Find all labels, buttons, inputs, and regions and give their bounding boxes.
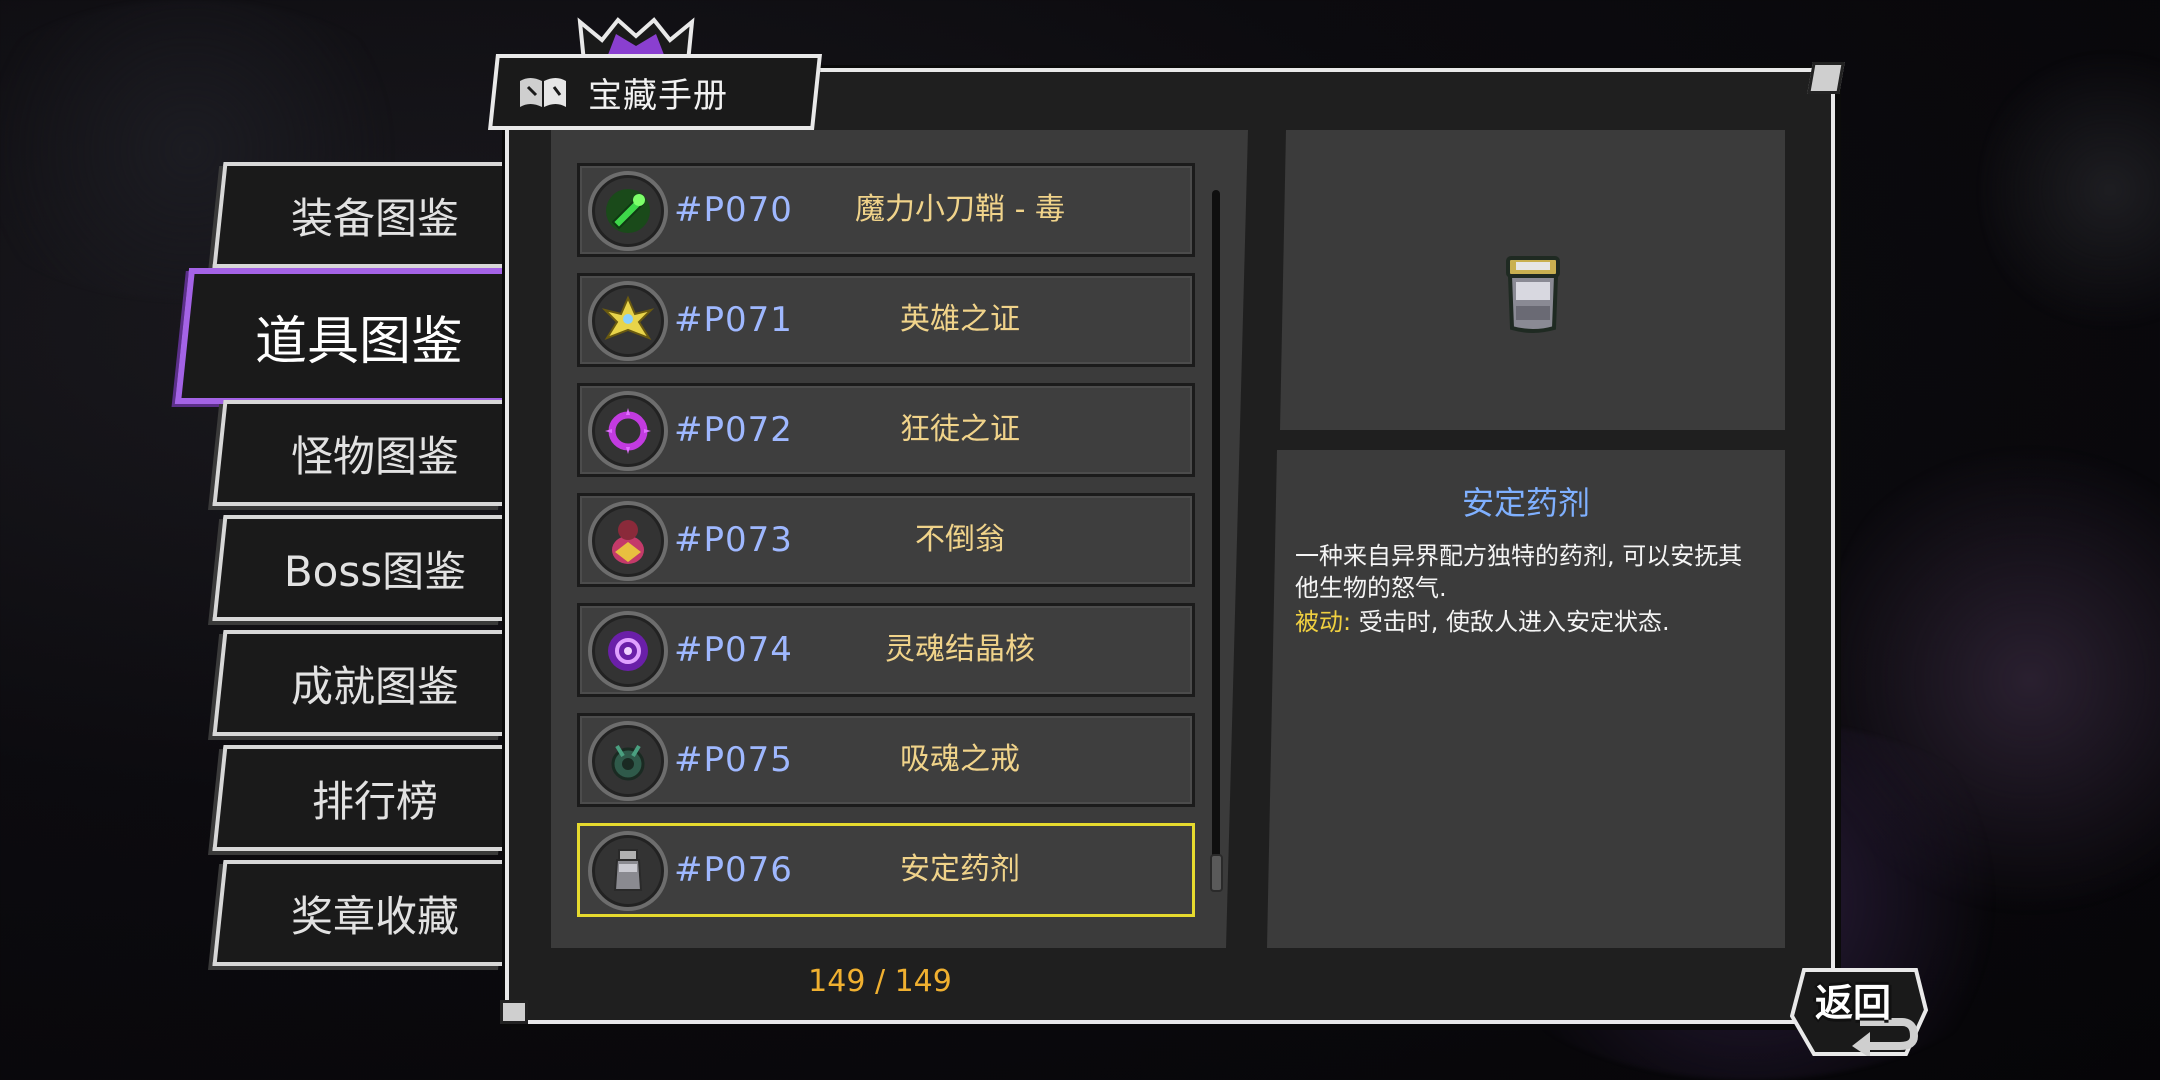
menu-item-label: 怪物图鉴 (290, 431, 459, 481)
menu-item-label: 道具图鉴 (254, 311, 463, 372)
back-button-label: 返回 (1814, 981, 1891, 1025)
item-code: #P074 (674, 630, 793, 670)
list-item[interactable]: #P073 不倒翁 (577, 493, 1195, 587)
passive-text: 受击时, 使敌人进入安定状态. (1351, 608, 1670, 636)
menu-item-equipment[interactable]: 装备图鉴 (212, 162, 514, 268)
item-name: 狂徒之证 (900, 412, 1020, 447)
list-item-selected[interactable]: #P076 安定药剂 (577, 823, 1195, 917)
item-detail-title: 安定药剂 (1461, 484, 1590, 522)
menu-item-achievements[interactable]: 成就图鉴 (212, 630, 514, 736)
list-item[interactable]: #P072 狂徒之证 (577, 383, 1195, 477)
item-code: #P070 (674, 190, 793, 230)
tumbler-doll-icon (588, 501, 668, 581)
menu-item-label: 装备图鉴 (290, 193, 459, 243)
item-code: #P072 (674, 410, 793, 450)
potion-bottle-icon (1506, 256, 1560, 333)
item-name: 魔力小刀鞘 - 毒 (855, 192, 1065, 227)
purple-spiked-ring-icon (588, 391, 668, 471)
list-scrollbar[interactable] (1212, 190, 1220, 890)
scrollbar-thumb[interactable] (1210, 854, 1223, 892)
item-description-panel (1267, 450, 1785, 948)
gold-hero-emblem-icon (588, 281, 668, 361)
menu-item-medals[interactable]: 奖章收藏 (212, 860, 514, 966)
green-poison-dagger-sheath-icon (588, 171, 668, 251)
menu-item-label: 排行榜 (311, 776, 438, 826)
list-item[interactable]: #P071 英雄之证 (577, 273, 1195, 367)
book-icon (520, 78, 566, 107)
list-item[interactable]: #P074 灵魂结晶核 (577, 603, 1195, 697)
list-item[interactable]: #P075 吸魂之戒 (577, 713, 1195, 807)
item-code: #P075 (674, 740, 793, 780)
page-title: 宝藏手册 (588, 75, 728, 116)
title-tab: 宝藏手册 (488, 54, 822, 130)
menu-item-leaderboard[interactable]: 排行榜 (212, 745, 514, 851)
menu-item-label: 奖章收藏 (290, 891, 459, 941)
passive-label: 被动: (1295, 608, 1352, 636)
item-counter: 149 / 149 (808, 964, 952, 999)
item-name: 不倒翁 (915, 522, 1005, 557)
item-name: 安定药剂 (900, 852, 1020, 887)
menu-item-items[interactable]: 道具图鉴 (174, 268, 518, 404)
item-code: #P073 (674, 520, 793, 560)
menu-item-boss[interactable]: Boss图鉴 (212, 515, 514, 621)
purple-soul-crystal-icon (588, 611, 668, 691)
item-description: 一种来自异界配方独特的药剂, 可以安抚其他生物的怒气. (1295, 542, 1743, 602)
item-code: #P071 (674, 300, 793, 340)
item-name: 灵魂结晶核 (885, 632, 1035, 667)
potion-bottle-icon (588, 831, 668, 911)
item-name: 英雄之证 (900, 302, 1020, 337)
green-soul-ring-icon (588, 721, 668, 801)
menu-item-monsters[interactable]: 怪物图鉴 (212, 400, 514, 506)
background-decoration (1980, 40, 2160, 340)
frame-corner-decoration (500, 1000, 528, 1024)
list-item[interactable]: #P070 魔力小刀鞘 - 毒 (577, 163, 1195, 257)
menu-item-label: 成就图鉴 (290, 661, 459, 711)
item-code: #P076 (674, 850, 793, 890)
frame-corner-decoration (1807, 62, 1845, 94)
item-name: 吸魂之戒 (900, 742, 1020, 777)
item-passive-effect: 被动: 受击时, 使敌人进入安定状态. (1295, 606, 1765, 638)
menu-item-label: Boss图鉴 (283, 546, 467, 596)
